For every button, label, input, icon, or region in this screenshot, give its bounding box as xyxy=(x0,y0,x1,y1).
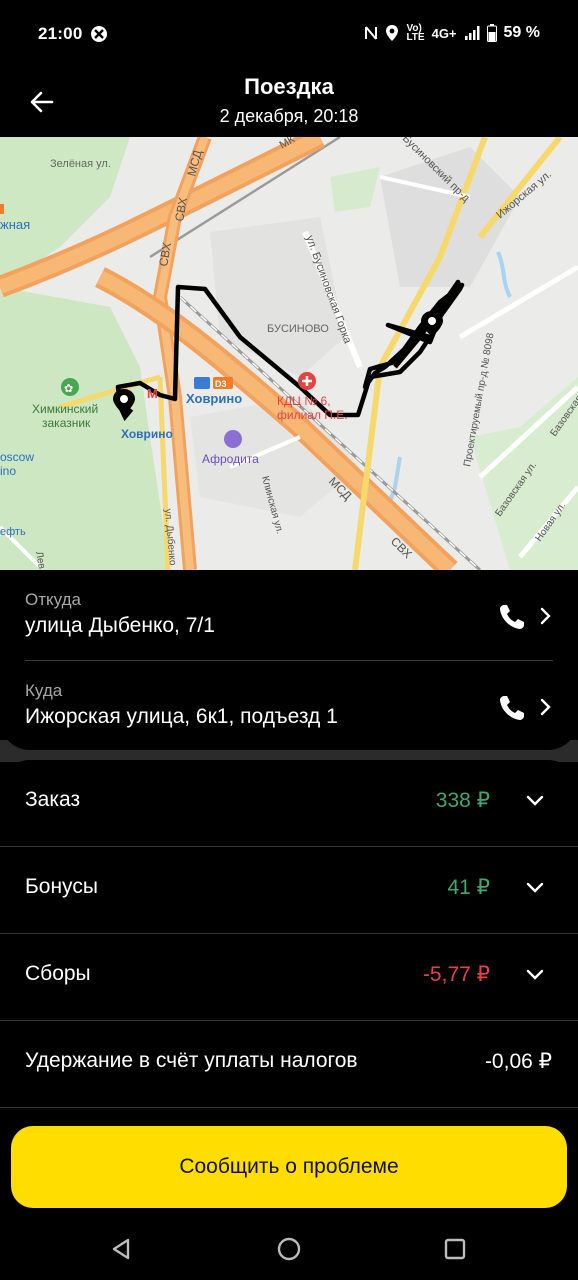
from-label: Откуда xyxy=(25,590,81,609)
order-label: Заказ xyxy=(25,788,81,811)
bonus-row[interactable]: Бонусы 41 ₽ xyxy=(0,847,578,933)
fees-label: Сборы xyxy=(25,962,91,985)
paw-icon: ✿ xyxy=(64,383,73,395)
tax-label: Удержание в счёт уплаты налогов xyxy=(25,1049,358,1072)
map-label-ino: ino xyxy=(0,464,16,478)
route-map-canvas: ✿ М Зелёная ул. жная СВХ СВХ МСД МК Буси… xyxy=(0,137,578,570)
lte-label: LTE xyxy=(406,32,425,43)
phone-icon[interactable] xyxy=(497,602,527,632)
map-label-hovrino-metro: Ховрино xyxy=(121,427,173,441)
signal-icon xyxy=(464,26,480,40)
nfc-icon xyxy=(365,26,378,40)
route-map[interactable]: ✿ М Зелёная ул. жная СВХ СВХ МСД МК Буси… xyxy=(0,137,578,570)
hotel-icon xyxy=(224,430,242,448)
map-label-zelenaya: Зелёная ул. xyxy=(50,158,111,170)
report-problem-button[interactable]: Сообщить о проблеме xyxy=(11,1126,567,1208)
map-label-d3: D3 xyxy=(215,379,227,389)
location-icon xyxy=(386,25,399,41)
map-label-hovrino-station: Ховрино xyxy=(186,391,242,406)
tax-row: Удержание в счёт уплаты налогов -0,06 ₽ xyxy=(0,1021,578,1107)
fees-row[interactable]: Сборы -5,77 ₽ xyxy=(0,934,578,1020)
map-label-moscow: oscow xyxy=(0,450,34,464)
address-card: Откуда улица Дыбенко, 7/1 Куда Ижорская … xyxy=(0,570,578,750)
order-row[interactable]: Заказ 338 ₽ xyxy=(0,760,578,846)
map-label-khimki2: заказник xyxy=(42,416,91,430)
status-time: 21:00 xyxy=(38,24,83,43)
order-amount: 338 ₽ xyxy=(435,789,490,812)
payment-card: Заказ 338 ₽ Бонусы 41 ₽ Сборы -5,77 ₽ Уд… xyxy=(0,760,578,1110)
trip-datetime: 2 декабря, 20:18 xyxy=(219,106,359,126)
chevron-down-icon[interactable] xyxy=(526,969,544,981)
chevron-right-icon[interactable] xyxy=(539,606,553,626)
map-label-afrodita: Афродита xyxy=(202,452,259,466)
to-label: Куда xyxy=(25,681,63,700)
system-nav-bar xyxy=(0,1218,578,1280)
nav-recents-icon[interactable] xyxy=(441,1235,469,1263)
to-row[interactable]: Куда Ижорская улица, 6к1, подъезд 1 xyxy=(25,661,553,751)
status-icons: Vo) LTE 4G+ 59 % xyxy=(364,24,540,43)
to-address: Ижорская улица, 6к1, подъезд 1 xyxy=(25,705,338,728)
map-label-kdc1: КДЦ № 6, xyxy=(277,394,331,408)
map-label-kdc2: филиал П.Е. xyxy=(277,408,348,422)
tax-amount: -0,06 ₽ xyxy=(484,1050,552,1073)
chevron-down-icon[interactable] xyxy=(526,795,544,807)
from-row[interactable]: Откуда улица Дыбенко, 7/1 xyxy=(25,570,553,660)
page-title: Поездка xyxy=(244,74,334,99)
chevron-down-icon[interactable] xyxy=(526,882,544,894)
map-label-yuzhnaya: жная xyxy=(0,217,30,232)
map-label-businovo: БУСИНОВО xyxy=(267,323,329,335)
app-notification-icon xyxy=(91,26,107,42)
from-address: улица Дыбенко, 7/1 xyxy=(25,614,215,637)
battery-percent: 59 % xyxy=(503,24,540,41)
nav-back-icon[interactable] xyxy=(108,1235,136,1263)
metro-icon: М xyxy=(147,386,158,401)
bonus-label: Бонусы xyxy=(25,875,98,898)
network-type: 4G+ xyxy=(431,25,457,41)
bonus-amount: 41 ₽ xyxy=(447,876,490,899)
battery-icon xyxy=(486,24,497,42)
fees-amount: -5,77 ₽ xyxy=(422,963,490,986)
map-label-khimki1: Химкинский xyxy=(32,402,98,416)
nav-home-icon[interactable] xyxy=(275,1235,303,1263)
phone-icon[interactable] xyxy=(497,693,527,723)
train-icon xyxy=(194,377,210,389)
status-bar: 21:00 Vo) LTE 4G+ 59 % xyxy=(0,0,578,68)
edge-marker xyxy=(0,204,4,214)
map-label-left1: ефть xyxy=(0,526,26,538)
chevron-right-icon[interactable] xyxy=(539,697,553,717)
